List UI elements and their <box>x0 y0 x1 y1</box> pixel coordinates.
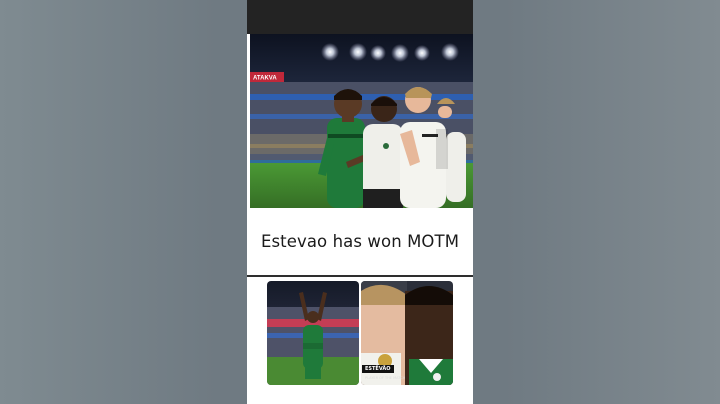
app-background: ATAKVA Estevao has won MOTM ESTÊVÃO PLAY… <box>0 0 720 404</box>
ad-board-text: ATAKVA <box>253 76 277 82</box>
floodlight <box>414 45 430 61</box>
caption-text: Estevao has won MOTM <box>260 231 460 251</box>
floodlight <box>321 43 339 61</box>
thumbnail-player-celebration[interactable] <box>267 281 359 385</box>
floodlight <box>391 44 409 62</box>
floodlight <box>441 43 459 61</box>
estevao-face <box>405 286 453 385</box>
floodlight <box>349 43 367 61</box>
player-award-label: PLAYER OF THE MATCH <box>365 376 406 380</box>
related-images: ESTÊVÃO PLAYER OF THE MATCH <box>247 277 473 404</box>
post-caption: Estevao has won MOTM <box>247 208 473 274</box>
player-name-badge: ESTÊVÃO <box>362 365 394 373</box>
post-photo-players[interactable]: ATAKVA <box>250 34 473 208</box>
feed-post[interactable]: ATAKVA Estevao has won MOTM ESTÊVÃO PLAY… <box>247 0 473 404</box>
thumbnail-player-of-the-match[interactable]: ESTÊVÃO PLAYER OF THE MATCH <box>361 281 453 385</box>
floodlight <box>370 45 386 61</box>
top-bar <box>247 0 473 34</box>
